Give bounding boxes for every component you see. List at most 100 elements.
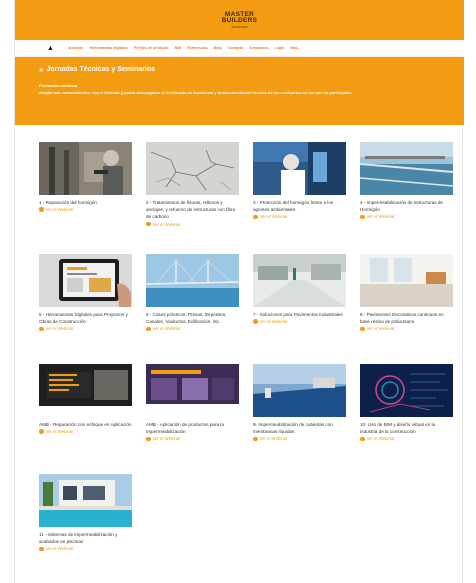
nav-item-atencion[interactable]: Atención xyxy=(68,46,83,50)
nav-item-login[interactable]: Login xyxy=(275,46,285,50)
watch-webinar-link[interactable]: Ver el Webinar xyxy=(360,436,453,441)
card-title[interactable]: 3 - Protección del hormigón frente a los… xyxy=(253,199,346,213)
nav-item-seminarios[interactable]: Seminarios xyxy=(249,46,268,50)
link-label: Ver el Webinar xyxy=(45,326,74,332)
bullet-dot-icon xyxy=(39,546,44,552)
bullet-dot-icon xyxy=(39,429,44,434)
card-title[interactable]: 9- Impermeabilización de cubiertas con m… xyxy=(253,421,346,435)
webinar-card: 11 - Sistemas de impermeabilización y ac… xyxy=(39,474,132,551)
watch-webinar-link[interactable]: Ver el Webinar xyxy=(39,326,132,331)
logo-line-3: SOLUTIONS xyxy=(231,24,248,29)
card-thumbnail-decorative-floor[interactable] xyxy=(360,254,453,307)
link-label: Ver el Webinar xyxy=(152,326,181,332)
card-thumbnail-digital-tools[interactable] xyxy=(39,254,132,307)
nav-item-perfiles[interactable]: Perfiles de producto xyxy=(134,46,169,50)
card-title[interactable]: 1 - Reparación del hormigón xyxy=(39,199,132,206)
watch-webinar-link[interactable]: Ver el Webinar xyxy=(39,429,132,434)
card-title[interactable]: 7 - Soluciones para Pavimentos Industria… xyxy=(253,311,346,318)
link-label: Ver el Webinar xyxy=(259,214,288,220)
watch-webinar-link[interactable]: Ver el Webinar xyxy=(146,436,239,441)
bullet-dot-icon xyxy=(253,214,258,220)
webinar-card: AMB - Aplicación de productos para la Im… xyxy=(146,364,239,441)
nav-item-mas[interactable]: Más... xyxy=(290,46,300,50)
card-title[interactable]: AMB - Reparación con enfoque en Aplicaci… xyxy=(39,421,132,428)
webinar-card: 4 - Impermeabilización de estructuras de… xyxy=(360,142,453,219)
link-label: Ver el Webinar xyxy=(366,214,395,220)
hero-title-text: Jornadas Técnicas y Seminarios xyxy=(46,66,156,73)
webinar-card: 1 - Reparación del hormigón Ver el Webin… xyxy=(39,142,132,212)
card-title[interactable]: 2 - Tratamientos de fisuras, rellenos y … xyxy=(146,199,239,221)
link-label: Ver el Webinar xyxy=(366,436,395,442)
bullet-dot-icon xyxy=(360,436,365,442)
card-title[interactable]: 6 - Casos prácticos: Presas, Depósitos, … xyxy=(146,311,239,325)
card-thumbnail-water-treatment[interactable] xyxy=(360,142,453,195)
logo-line-2: BUILDERS xyxy=(221,17,258,25)
page-frame: MASTER BUILDERS SOLUTIONS ▲ Atención Her… xyxy=(14,0,464,583)
webinar-card: 7 - Soluciones para Pavimentos Industria… xyxy=(253,254,346,324)
webinar-card: 10- Uso de BIM y diseño virtual en la in… xyxy=(360,364,453,441)
bullet-dot-icon xyxy=(39,207,44,212)
card-title[interactable]: 5 - Herramientas Digitales para Proyecto… xyxy=(39,311,132,325)
webinar-card: AMB - Reparación con enfoque en Aplicaci… xyxy=(39,364,132,434)
webinar-card: 6 - Casos prácticos: Presas, Depósitos, … xyxy=(146,254,239,331)
main-nav: ▲ Atención Herramientas digitales Perfil… xyxy=(15,40,464,57)
link-label: Ver el Webinar xyxy=(152,221,181,227)
nav-item-contacto[interactable]: Contacto xyxy=(228,46,244,50)
bullet-dot-icon xyxy=(360,326,365,332)
link-label: Ver el Webinar xyxy=(45,207,74,213)
master-builders-logo[interactable]: MASTER BUILDERS SOLUTIONS xyxy=(221,11,258,29)
card-thumbnail-roof-membranes[interactable] xyxy=(253,364,346,417)
nav-item-referencias[interactable]: Referencias xyxy=(187,46,207,50)
link-label: Ver el Webinar xyxy=(45,546,74,552)
double-chevron-icon: » xyxy=(39,65,44,74)
bullet-dot-icon xyxy=(146,436,151,442)
watch-webinar-link[interactable]: Ver el Webinar xyxy=(39,546,132,551)
home-icon[interactable]: ▲ xyxy=(47,45,54,52)
nav-item-bim[interactable]: BIM xyxy=(175,46,182,50)
hero-description: Amplíe sus conocimientos, vea el Webinar… xyxy=(39,90,352,95)
webinar-card: 2 - Tratamientos de fisuras, rellenos y … xyxy=(146,142,239,227)
hero-banner: » Jornadas Técnicas y Seminarios Formaci… xyxy=(15,57,464,125)
watch-webinar-link[interactable]: Ver el Webinar xyxy=(146,326,239,331)
link-label: Ver el Webinar xyxy=(152,436,181,442)
card-thumbnail-industrial-floor[interactable] xyxy=(253,254,346,307)
watch-webinar-link[interactable]: Ver el Webinar xyxy=(253,214,346,219)
hero-subtitle: Formación continua xyxy=(39,83,78,88)
hero-title: » Jornadas Técnicas y Seminarios xyxy=(39,65,155,74)
bullet-dot-icon xyxy=(146,326,151,332)
link-label: Ver el Webinar xyxy=(366,326,395,332)
card-thumbnail-amb-repair[interactable] xyxy=(39,364,132,417)
card-thumbnail-concrete-protection[interactable] xyxy=(253,142,346,195)
watch-webinar-link[interactable]: Ver el Webinar xyxy=(253,319,346,324)
bullet-dot-icon xyxy=(146,221,151,227)
watch-webinar-link[interactable]: Ver el Webinar xyxy=(253,436,346,441)
card-title[interactable]: 10- Uso de BIM y diseño virtual en la in… xyxy=(360,421,453,435)
link-label: Ver el Webinar xyxy=(259,436,288,442)
card-title[interactable]: 11 - Sistemas de impermeabilización y ac… xyxy=(39,531,132,545)
watch-webinar-link[interactable]: Ver el Webinar xyxy=(360,326,453,331)
card-thumbnail-pool[interactable] xyxy=(39,474,132,527)
bullet-dot-icon xyxy=(253,436,258,442)
nav-item-herramientas[interactable]: Herramientas digitales xyxy=(89,46,128,50)
card-thumbnail-cracked-concrete[interactable] xyxy=(146,142,239,195)
card-thumbnail-concrete-repair[interactable] xyxy=(39,142,132,195)
link-label: Ver el Webinar xyxy=(259,319,288,325)
watch-webinar-link[interactable]: Ver el Webinar xyxy=(39,207,132,212)
webinar-card: 9- Impermeabilización de cubiertas con m… xyxy=(253,364,346,441)
webinar-card: 8 - Pavimentos Decorativos continuos en … xyxy=(360,254,453,331)
link-label: Ver el Webinar xyxy=(45,429,74,435)
card-thumbnail-bim-virtual[interactable] xyxy=(360,364,453,417)
card-title[interactable]: 4 - Impermeabilización de estructuras de… xyxy=(360,199,453,213)
nav-item-blog[interactable]: Blog xyxy=(214,46,222,50)
webinar-card: 5 - Herramientas Digitales para Proyecto… xyxy=(39,254,132,331)
watch-webinar-link[interactable]: Ver el Webinar xyxy=(146,222,239,227)
card-title[interactable]: 8 - Pavimentos Decorativos continuos en … xyxy=(360,311,453,325)
bullet-dot-icon xyxy=(39,326,44,332)
top-header: MASTER BUILDERS SOLUTIONS xyxy=(15,0,464,40)
card-title[interactable]: AMB - Aplicación de productos para la Im… xyxy=(146,421,239,435)
card-thumbnail-amb-waterproofing[interactable] xyxy=(146,364,239,417)
card-thumbnail-bridge[interactable] xyxy=(146,254,239,307)
watch-webinar-link[interactable]: Ver el Webinar xyxy=(360,214,453,219)
webinar-card: 3 - Protección del hormigón frente a los… xyxy=(253,142,346,219)
bullet-dot-icon xyxy=(253,319,258,324)
